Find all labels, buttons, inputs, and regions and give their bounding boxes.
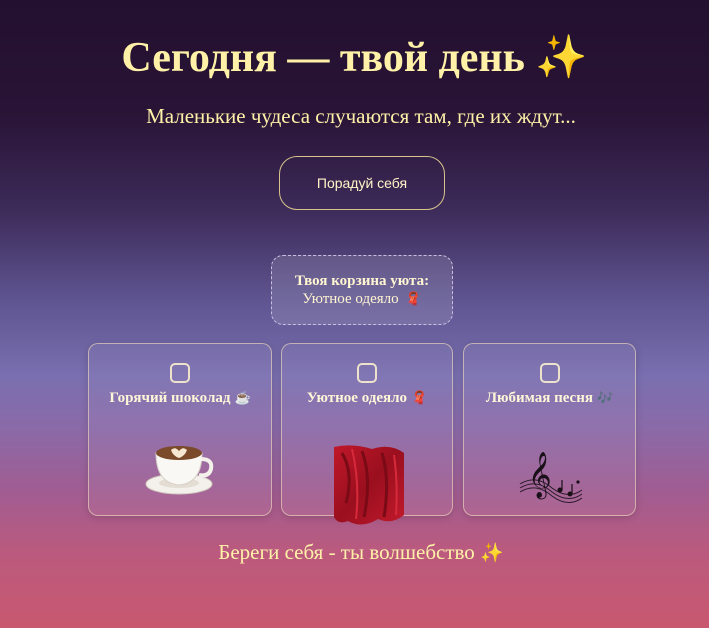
page-subtitle: Маленькие чудеса случаются там, где их ж… [146,104,576,128]
page-title: Сегодня — твой день ✨ [0,33,709,83]
cozy-basket-panel: Твоя корзина уюта: Уютное одеяло 🧣 [271,255,453,325]
scarf-icon: 🧣 [405,290,422,306]
coffee-cup-icon [145,446,214,495]
coffee-icon: ☕ [234,390,251,405]
card-checkbox[interactable] [357,363,377,383]
basket-item-label: Уютное одеяло [302,290,399,307]
card-label-text: Уютное одеяло [306,390,408,406]
music-notes-icon: 🎶 [596,390,614,405]
card-favorite-song[interactable]: Любимая песня 🎶 𝄞 [463,343,636,516]
footer-text: Береги себя - ты волшебство [218,540,475,564]
svg-text:𝄞: 𝄞 [528,452,552,500]
sparkles-icon: ✨ [535,35,588,81]
footer-message: Береги себя - ты волшебство ✨ [0,540,709,565]
treble-clef-icon: 𝄞 [519,452,583,503]
card-checkbox[interactable] [170,363,190,383]
card-cozy-blanket[interactable]: Уютное одеяло 🧣 [281,343,453,525]
card-label: Уютное одеяло 🧣 [282,390,452,407]
basket-title: Твоя корзина уюта: [294,272,430,289]
card-label: Горячий шоколад ☕ [89,390,271,407]
treat-yourself-button[interactable]: Порадуй себя [279,156,445,210]
card-hot-chocolate[interactable]: Горячий шоколад ☕ [88,343,272,516]
scarf-icon: 🧣 [411,390,428,405]
red-blanket-icon [334,445,404,525]
card-label-text: Любимая песня [485,390,593,406]
card-label: Любимая песня 🎶 [464,390,635,407]
basket-item: Уютное одеяло 🧣 [302,290,421,308]
card-label-text: Горячий шоколад [109,390,231,406]
card-checkbox[interactable] [539,363,560,383]
sparkles-icon: ✨ [480,543,504,564]
page-title-text: Сегодня — твой день [121,35,525,81]
